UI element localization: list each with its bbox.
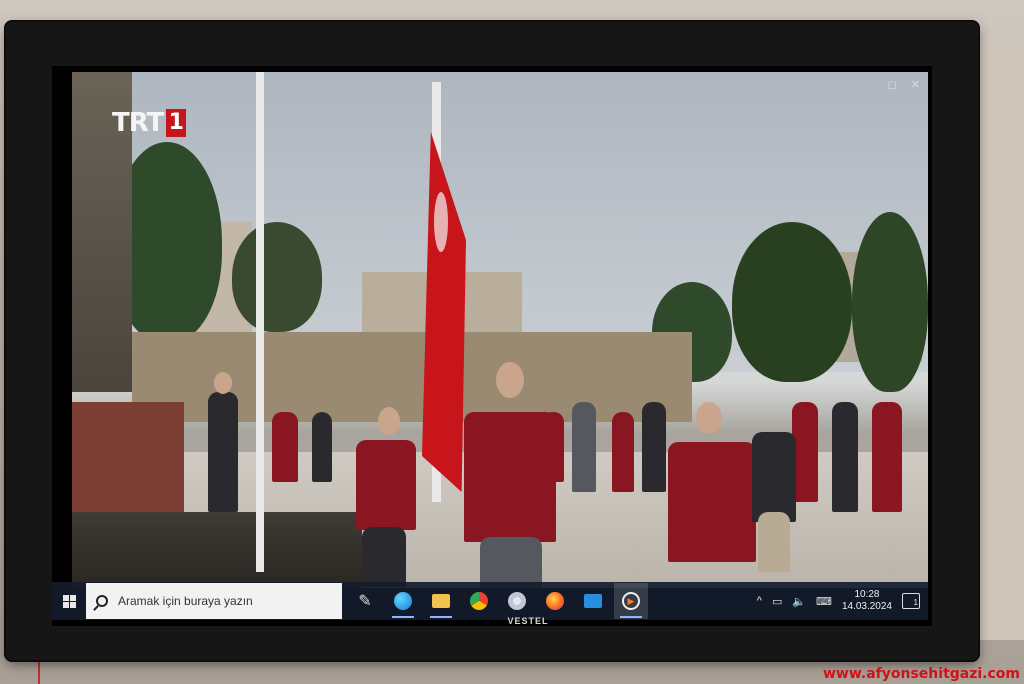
video-pedestal bbox=[72, 402, 184, 522]
video-student-legs bbox=[362, 527, 406, 587]
clock-date: 14.03.2024 bbox=[841, 601, 892, 612]
video-steps bbox=[72, 512, 362, 588]
video-tree bbox=[732, 222, 852, 382]
video-flag-crescent bbox=[434, 192, 448, 252]
pinned-apps: ✎ ▶ bbox=[348, 583, 648, 619]
search-icon bbox=[96, 595, 108, 607]
video-student-head bbox=[496, 362, 524, 398]
video-person bbox=[208, 392, 238, 512]
pen-glyph: ✎ bbox=[358, 593, 372, 610]
folder-shape bbox=[432, 594, 450, 608]
show-hidden-icons-chevron-icon[interactable]: ^ bbox=[757, 595, 762, 607]
start-button[interactable] bbox=[52, 582, 86, 620]
website-watermark: www.afyonsehitgazi.com bbox=[823, 666, 1020, 682]
video-student bbox=[356, 440, 416, 530]
system-tray: ^ ▭ 🔈 ⌨ 10:28 14.03.2024 1 bbox=[757, 589, 928, 613]
video-person bbox=[642, 402, 666, 492]
video-student-head bbox=[696, 402, 722, 434]
video-person bbox=[832, 402, 858, 512]
window-controls: ◻ ✕ bbox=[888, 78, 920, 91]
video-person bbox=[312, 412, 332, 482]
media-player-glyph: ▶ bbox=[622, 592, 640, 610]
firefox-logo bbox=[546, 592, 564, 610]
video-person bbox=[872, 402, 902, 512]
notification-center-icon[interactable]: 1 bbox=[902, 593, 920, 609]
firefox-icon[interactable] bbox=[538, 583, 572, 619]
tv-brand-label: VESTEL bbox=[507, 616, 549, 626]
remote-desktop-icon[interactable] bbox=[576, 583, 610, 619]
tv-screen: TRT 1 ◻ ✕ Aramak için buraya yazın ✎ ▶ ^… bbox=[52, 66, 932, 626]
video-student bbox=[464, 412, 556, 542]
video-student bbox=[752, 432, 796, 522]
search-placeholder: Aramak için buraya yazın bbox=[118, 594, 253, 608]
video-flagpole bbox=[256, 72, 264, 572]
video-person bbox=[272, 412, 298, 482]
wall-trim bbox=[978, 40, 1024, 640]
close-icon[interactable]: ✕ bbox=[911, 78, 920, 91]
video-student-legs bbox=[480, 537, 542, 588]
network-icon[interactable]: ▭ bbox=[772, 595, 782, 608]
edge-icon[interactable] bbox=[386, 583, 420, 619]
notification-count: 1 bbox=[913, 598, 918, 607]
windows-logo-icon bbox=[62, 594, 76, 608]
video-person bbox=[612, 412, 634, 492]
pen-icon[interactable]: ✎ bbox=[348, 583, 382, 619]
windows-taskbar: Aramak için buraya yazın ✎ ▶ ^ ▭ 🔈 ⌨ 10:… bbox=[52, 582, 928, 620]
edge-logo bbox=[394, 592, 412, 610]
media-player-icon[interactable]: ▶ bbox=[614, 583, 648, 619]
channel-logo-number: 1 bbox=[166, 109, 187, 137]
paint-logo bbox=[508, 592, 526, 610]
channel-logo-text: TRT bbox=[112, 108, 164, 138]
volume-icon[interactable]: 🔈 bbox=[792, 595, 806, 608]
video-student bbox=[668, 442, 756, 562]
video-student-head bbox=[378, 407, 400, 435]
maximize-icon[interactable]: ◻ bbox=[888, 78, 897, 91]
file-explorer-icon[interactable] bbox=[424, 583, 458, 619]
search-box[interactable]: Aramak için buraya yazın bbox=[86, 583, 342, 619]
video-person-head bbox=[214, 372, 232, 394]
chrome-logo bbox=[470, 592, 488, 610]
channel-logo: TRT 1 bbox=[112, 108, 187, 138]
keyboard-icon[interactable]: ⌨ bbox=[816, 595, 832, 608]
clock[interactable]: 10:28 14.03.2024 bbox=[842, 589, 892, 613]
tv-corner-logo bbox=[52, 31, 102, 57]
video-student-legs bbox=[758, 512, 790, 572]
remote-desktop-shape bbox=[584, 594, 602, 608]
video-player[interactable]: TRT 1 ◻ ✕ bbox=[72, 72, 928, 588]
clock-time: 10:28 bbox=[854, 589, 880, 600]
video-tree bbox=[852, 212, 928, 392]
video-tree bbox=[232, 222, 322, 332]
paint-icon[interactable] bbox=[500, 583, 534, 619]
video-person bbox=[572, 402, 596, 492]
chrome-icon[interactable] bbox=[462, 583, 496, 619]
